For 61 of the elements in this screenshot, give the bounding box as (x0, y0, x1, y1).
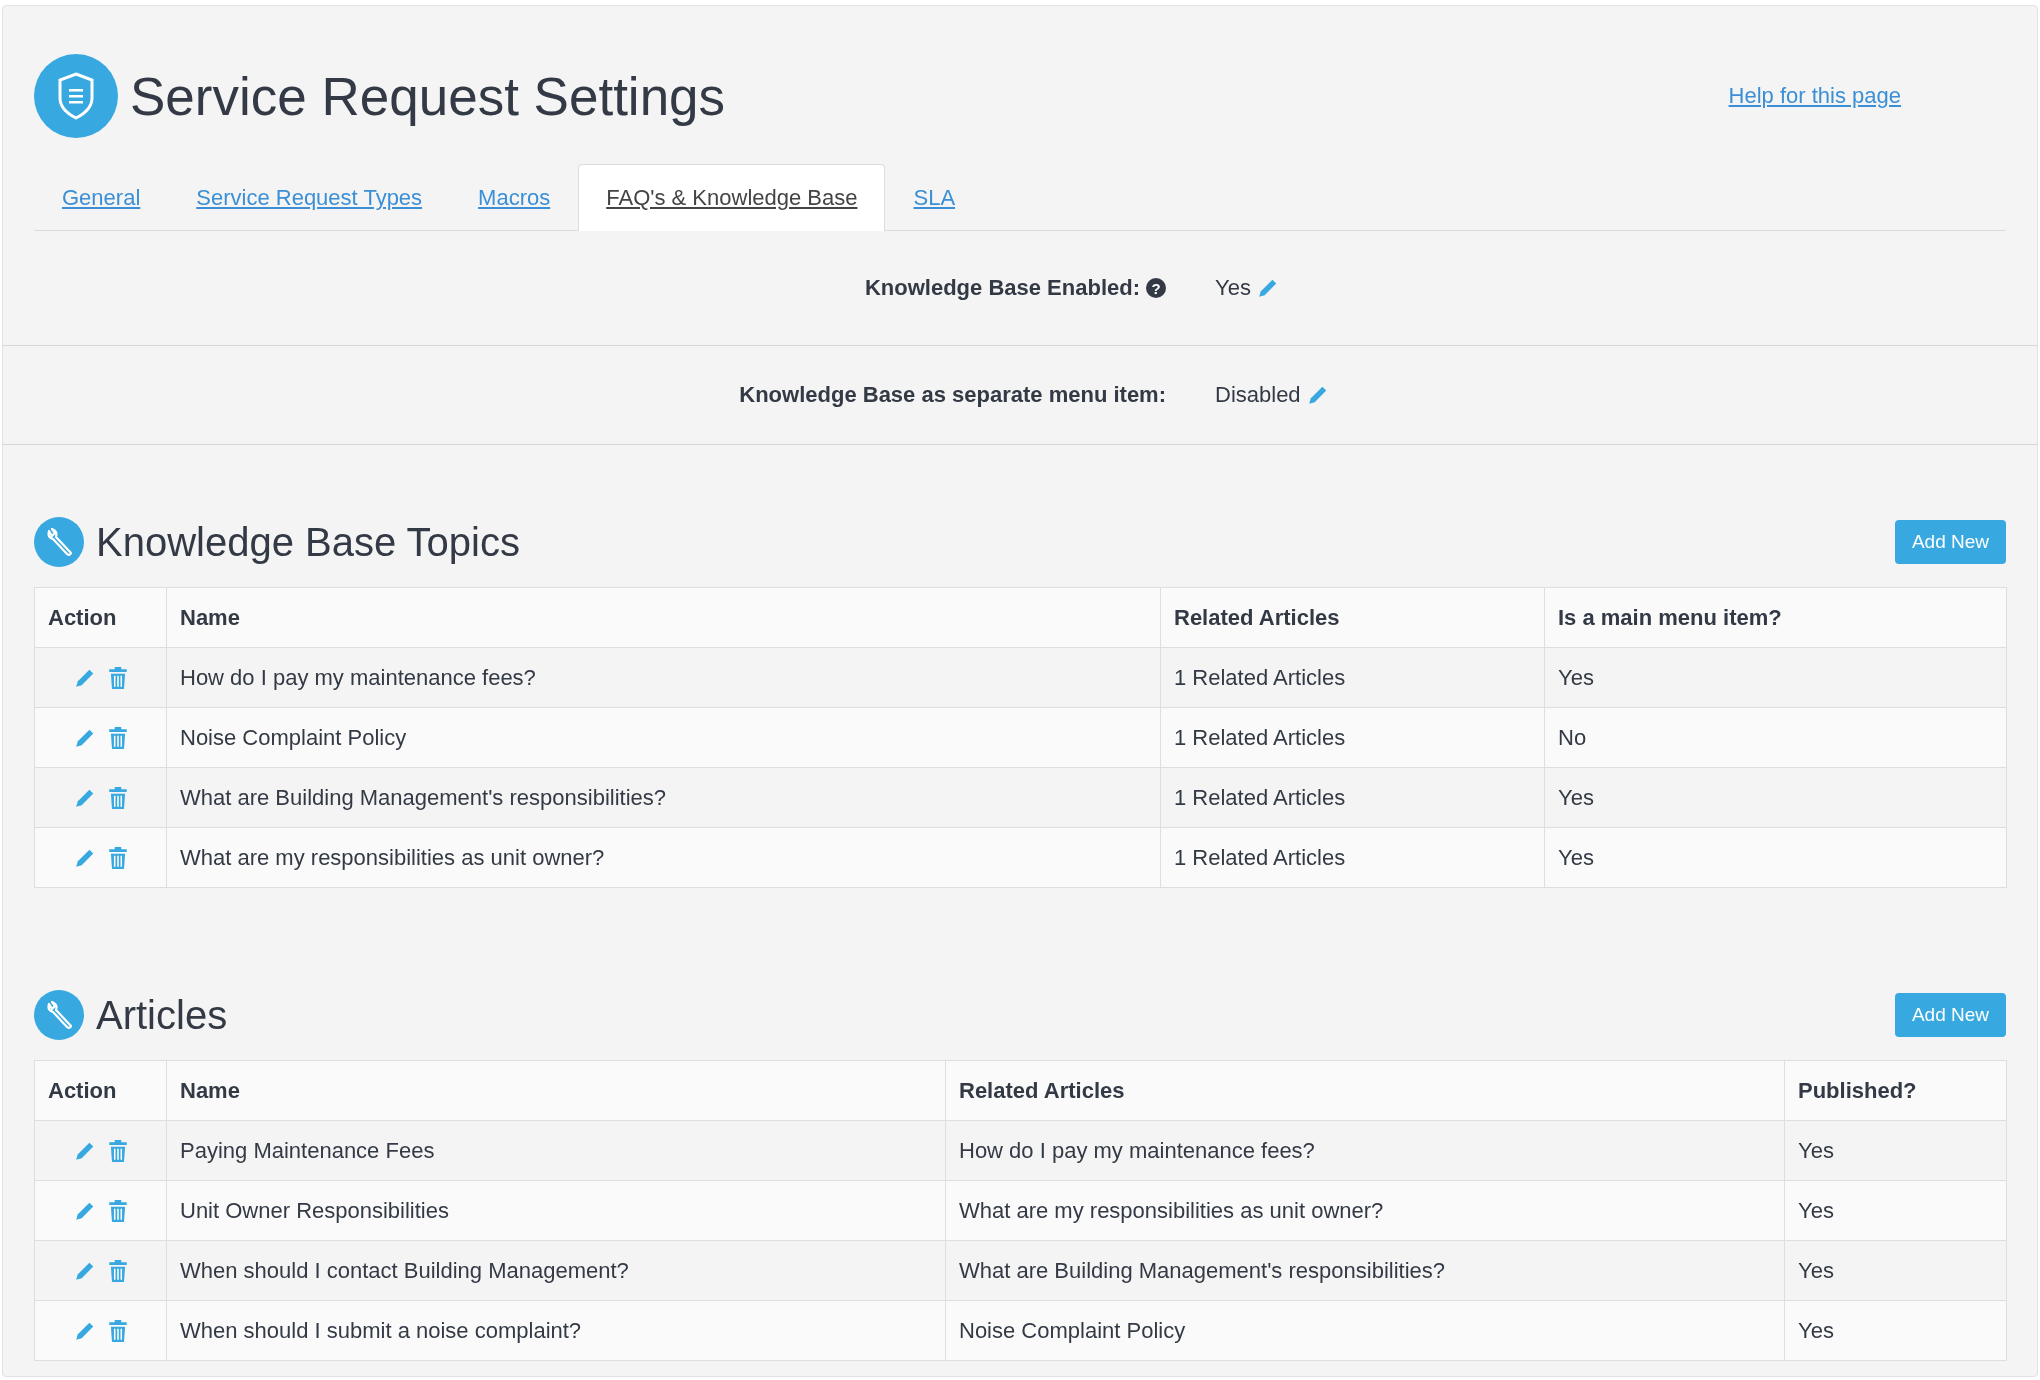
table-cell: 1 Related Articles (1160, 767, 1545, 828)
column-header: Published? (1784, 1060, 2007, 1121)
tab[interactable]: SLA (885, 164, 984, 231)
wrench-icon (34, 990, 84, 1040)
table-cell: How do I pay my maintenance fees? (166, 647, 1161, 708)
add-new-button[interactable]: Add New (1894, 993, 2006, 1037)
page-title: Service Request Settings (130, 65, 726, 127)
column-header: Name (166, 1060, 946, 1121)
setting-label: Knowledge Base as separate menu item: (739, 382, 1166, 408)
trash-icon[interactable] (107, 1138, 128, 1163)
pencil-icon[interactable] (1306, 384, 1329, 406)
tab[interactable]: FAQ's & Knowledge Base (578, 164, 886, 231)
table-cell: Yes (1544, 767, 2007, 828)
setting-label: Knowledge Base Enabled: (864, 275, 1140, 301)
section-title: Articles (96, 992, 228, 1038)
table-cell: When should I contact Building Management? (166, 1240, 946, 1301)
table-cell: What are Building Management's responsibilities? (166, 767, 1161, 828)
table-cell: When should I submit a noise complaint? (166, 1300, 946, 1361)
pencil-icon[interactable] (1256, 277, 1279, 299)
tab[interactable]: General (34, 164, 169, 231)
table-cell: Paying Maintenance Fees (166, 1120, 946, 1181)
add-new-button[interactable]: Add New (1894, 520, 2006, 564)
wrench-icon (34, 517, 84, 567)
table-cell: Yes (1784, 1180, 2007, 1241)
table-cell: Yes (1784, 1120, 2007, 1181)
trash-icon[interactable] (107, 725, 128, 750)
column-header: Related Articles (1160, 587, 1545, 648)
help-icon[interactable]: ? (1146, 278, 1166, 298)
table-cell: Noise Complaint Policy (945, 1300, 1785, 1361)
section-title: Knowledge Base Topics (96, 519, 520, 565)
column-header: Related Articles (945, 1060, 1785, 1121)
trash-icon[interactable] (107, 1258, 128, 1283)
table-cell: 1 Related Articles (1160, 647, 1545, 708)
setting-value: Disabled (1215, 382, 1301, 408)
column-header: Name (166, 587, 1161, 648)
tab[interactable]: Service Request Types (168, 164, 451, 231)
table-cell: Yes (1544, 827, 2007, 888)
table-cell: Yes (1544, 647, 2007, 708)
trash-icon[interactable] (107, 845, 128, 870)
trash-icon[interactable] (107, 1318, 128, 1343)
trash-icon[interactable] (107, 665, 128, 690)
table-cell: What are Building Management's responsibilities? (945, 1240, 1785, 1301)
tab[interactable]: Macros (450, 164, 579, 231)
table-cell: How do I pay my maintenance fees? (945, 1120, 1785, 1181)
table-cell: No (1544, 707, 2007, 768)
table-cell: Noise Complaint Policy (166, 707, 1161, 768)
help-link[interactable]: Help for this page (1728, 83, 1901, 109)
table-cell: Yes (1784, 1300, 2007, 1361)
table-cell: Yes (1784, 1240, 2007, 1301)
trash-icon[interactable] (107, 1198, 128, 1223)
column-header: Action (34, 587, 167, 648)
setting-value: Yes (1215, 275, 1251, 301)
table-cell: 1 Related Articles (1160, 707, 1545, 768)
table-cell: Unit Owner Responsibilities (166, 1180, 946, 1241)
table-cell: What are my responsibilities as unit owner? (945, 1180, 1785, 1241)
column-header: Is a main menu item? (1544, 587, 2007, 648)
table-cell: What are my responsibilities as unit owner? (166, 827, 1161, 888)
trash-icon[interactable] (107, 785, 128, 810)
table-cell: 1 Related Articles (1160, 827, 1545, 888)
column-header: Action (34, 1060, 167, 1121)
shield-icon (34, 54, 118, 138)
